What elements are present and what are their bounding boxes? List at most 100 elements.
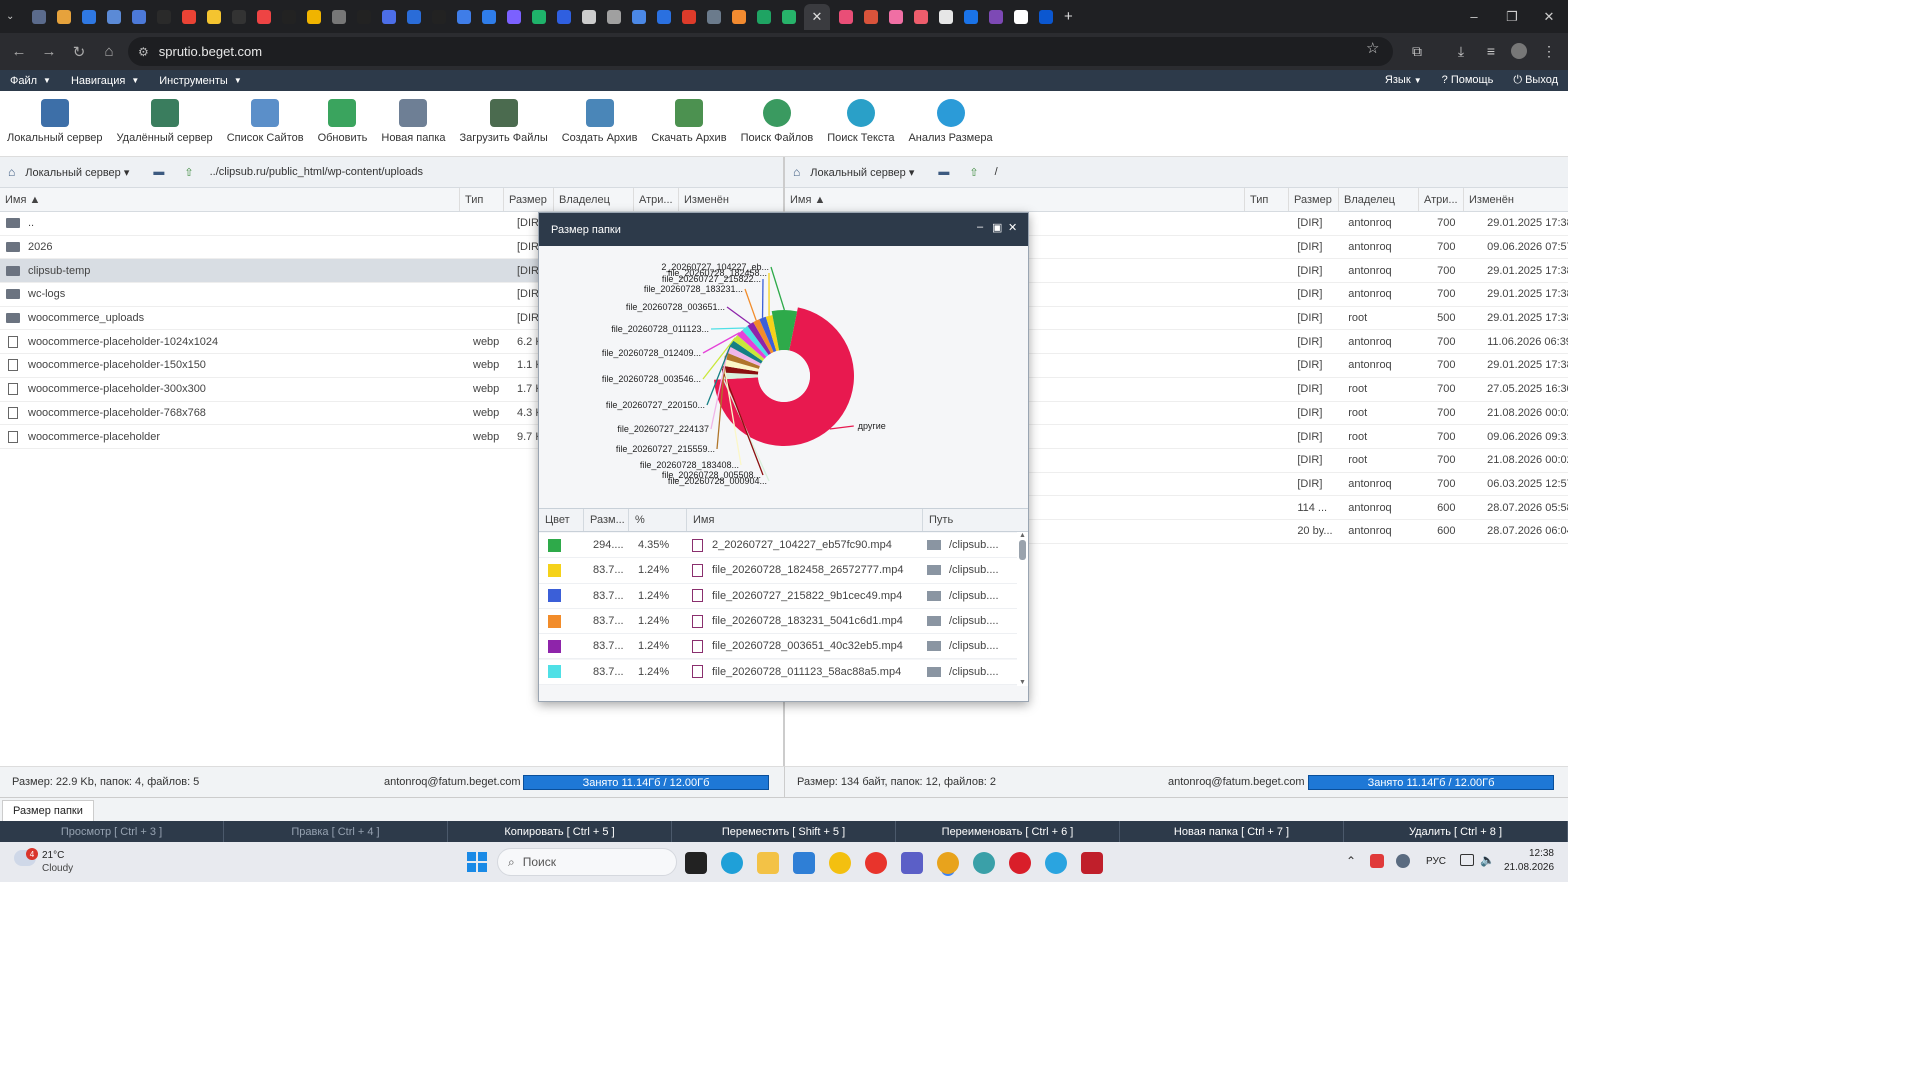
browser-tab-favicon[interactable] [406,9,421,24]
left-server-select[interactable]: Локальный сервер ▾ [25,166,129,179]
toolbar-button-refresh[interactable]: Обновить [311,91,375,156]
fn-key-button[interactable]: Копировать [ Ctrl + 5 ] [448,821,672,842]
col-size[interactable]: Размер [504,188,554,211]
browser-tab-favicon[interactable] [356,9,371,24]
site-info-icon[interactable]: ⚙ [138,45,149,59]
fn-key-button[interactable]: Просмотр [ Ctrl + 3 ] [0,821,224,842]
legend-col-size[interactable]: Разм... [584,509,629,531]
browser-tab-favicon[interactable] [888,9,903,24]
toolbar-button-search-files[interactable]: Поиск Файлов [734,91,821,156]
browser-tab-favicon[interactable] [531,9,546,24]
legend-row[interactable]: 83.7... 1.24% file_20260727_215822_9b1cec4… [539,583,1017,609]
menu-help[interactable]: ? Помощь [1442,74,1494,87]
menu-language[interactable]: Язык ▼ [1385,74,1422,87]
right-path[interactable]: / [995,166,998,178]
chrome-icon[interactable] [937,852,959,874]
outlook-icon[interactable] [793,852,815,874]
clock-date[interactable]: 21.08.2026 [1504,862,1554,873]
browser-tab-favicon[interactable] [938,9,953,24]
browser-tab-favicon[interactable] [506,9,521,24]
bookmark-star-icon[interactable]: ☆ [1366,39,1379,57]
browser-tab-favicon[interactable] [481,9,496,24]
toolbar-button-size-analysis[interactable]: Анализ Размера [901,91,999,156]
forward-icon[interactable]: → [34,37,64,67]
toolbar-button-search-text[interactable]: Поиск Текста [820,91,901,156]
browser-tab-favicon[interactable] [838,9,853,24]
app-red-icon[interactable] [1081,852,1103,874]
tray-app-icon[interactable] [1370,854,1384,868]
browser-tab-favicon[interactable] [1038,9,1053,24]
browser-tab-favicon[interactable] [331,9,346,24]
media-icon[interactable]: ≡ [1478,37,1504,65]
browser-tab-favicon[interactable] [988,9,1003,24]
col-modified[interactable]: Изменён [1464,188,1564,211]
browser-tab-favicon[interactable] [256,9,271,24]
drive-icon[interactable]: ▬ [153,166,164,178]
volume-icon[interactable]: 🔈 [1480,853,1495,867]
fn-key-button[interactable]: Переместить [ Shift + 5 ] [672,821,896,842]
minimize-button[interactable]: – [1455,0,1493,33]
taskbar-search[interactable]: ⌕ Поиск [497,848,677,876]
browser-tab-favicon[interactable] [656,9,671,24]
right-server-select[interactable]: Локальный сервер ▾ [810,166,914,179]
reload-icon[interactable]: ↻ [64,37,94,67]
dialog-maximize-icon[interactable]: ▣ [992,221,1002,234]
browser-tab-favicon[interactable] [106,9,121,24]
left-path[interactable]: ../clipsub.ru/public_html/wp-content/upl… [210,166,423,178]
col-attr[interactable]: Атри... [1419,188,1464,211]
legend-row[interactable]: 83.7... 1.24% file_20260728_182458_2657277… [539,558,1017,584]
tab-folder-size[interactable]: Размер папки [2,800,94,821]
opera-icon[interactable] [1009,852,1031,874]
legend-row[interactable]: 83.7... 1.24% file_20260728_011123_58ac88a… [539,659,1017,685]
browser-menu-icon[interactable]: ⋮ [1536,37,1562,65]
browser-tab-favicon[interactable] [56,9,71,24]
browser-tab-favicon[interactable] [131,9,146,24]
legend-col-path[interactable]: Путь [923,509,1028,531]
maximize-button[interactable]: ❐ [1493,0,1531,33]
profile-avatar[interactable] [1506,37,1532,65]
browser-tab-favicon[interactable] [631,9,646,24]
browser-tab-favicon[interactable] [31,9,46,24]
drive-icon[interactable]: ▬ [938,166,949,178]
browser-tab-favicon[interactable] [206,9,221,24]
col-name[interactable]: Имя ▲ [785,188,1245,211]
browser-tab-favicon[interactable] [81,9,96,24]
browser-tab-favicon[interactable] [156,9,171,24]
extensions-icon[interactable]: ⧉ [1404,37,1430,65]
browser-tab-favicon[interactable] [731,9,746,24]
browser-tab-favicon[interactable] [456,9,471,24]
browser-tab-favicon[interactable] [681,9,696,24]
yandex-browser-icon[interactable] [829,852,851,874]
col-type[interactable]: Тип [460,188,504,211]
legend-col-color[interactable]: Цвет [539,509,584,531]
browser-tab-favicon[interactable] [1013,9,1028,24]
fn-key-button[interactable]: Правка [ Ctrl + 4 ] [224,821,448,842]
browser-tab-favicon[interactable] [706,9,721,24]
browser-tab-favicon[interactable] [963,9,978,24]
browser-tab-favicon[interactable] [556,9,571,24]
dialog-close-icon[interactable]: ✕ [1008,221,1017,234]
col-modified[interactable]: Изменён [679,188,779,211]
fn-key-button[interactable]: Новая папка [ Ctrl + 7 ] [1120,821,1344,842]
browser-tab-favicon[interactable] [181,9,196,24]
col-type[interactable]: Тип [1245,188,1289,211]
legend-row[interactable]: 83.7... 1.24% file_20260728_183231_5041c6d… [539,608,1017,635]
browser-tab-favicon[interactable] [231,9,246,24]
up-folder-icon[interactable]: ⇧ [184,166,193,179]
downloads-icon[interactable]: ⤓ [1448,37,1474,65]
toolbar-button-remote-server[interactable]: Удалённый сервер [110,91,220,156]
col-name[interactable]: Имя ▲ [0,188,460,211]
toolbar-button-download-archive[interactable]: Скачать Архив [644,91,733,156]
toolbar-button-new-folder[interactable]: Новая папка [374,91,452,156]
browser-tab-favicon[interactable] [781,9,796,24]
teams-icon[interactable] [901,852,923,874]
telegram-icon[interactable] [1045,852,1067,874]
up-folder-icon[interactable]: ⇧ [969,166,978,179]
browser-tab-favicon[interactable] [863,9,878,24]
tray-display-icon[interactable] [1460,854,1474,866]
toolbar-button-house[interactable]: Локальный сервер [0,91,110,156]
fn-key-button[interactable]: Переименовать [ Ctrl + 6 ] [896,821,1120,842]
browser-tab-favicon[interactable] [281,9,296,24]
tab-search-icon[interactable]: ⌄ [6,11,26,22]
legend-row[interactable]: 294.... 4.35% 2_20260727_104227_eb57fc90.m… [539,533,1017,559]
